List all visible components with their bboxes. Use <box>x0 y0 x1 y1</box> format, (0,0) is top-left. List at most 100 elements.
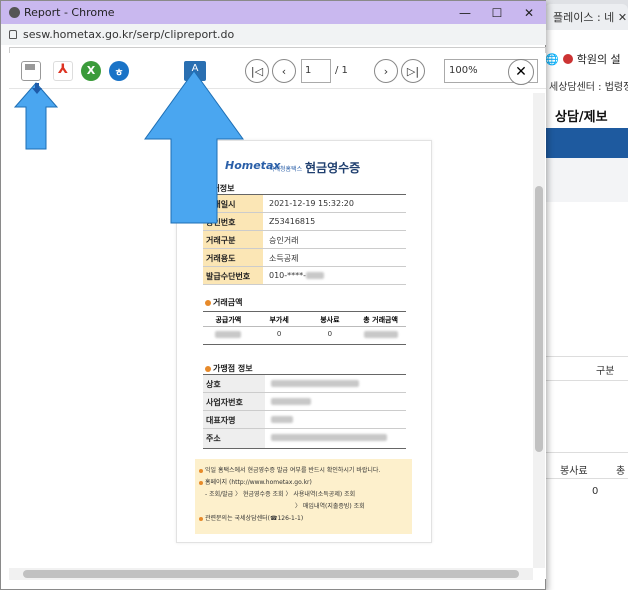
last-page-button[interactable]: ▷| <box>401 59 425 83</box>
row-key: 사업자번호 <box>203 393 265 410</box>
notice-text: 〉 매입내역(지출증빙) 조회 <box>295 503 365 510</box>
url-text[interactable]: sesw.hometax.go.kr/serp/clipreport.do <box>23 28 234 41</box>
next-page-button[interactable]: › <box>374 59 398 83</box>
blurred-text <box>271 380 359 387</box>
notice-line: - 조회/발급 〉 현금영수증 조회 〉 사용내역(소득공제) 조회 <box>199 489 408 501</box>
amount-header: 공급가액 <box>215 316 242 324</box>
row-value <box>265 375 406 392</box>
maximize-icon: ☐ <box>491 5 503 20</box>
close-report-button[interactable]: ✕ <box>508 59 534 85</box>
notice-line: 관련문의는 국세상담센터(☎126-1-1) <box>199 513 408 525</box>
page-title-text[interactable]: 상담/제보 <box>555 110 608 125</box>
notice-line: 홈페이지 (http://www.hometax.go.kr) <box>199 477 408 489</box>
store-row: 사업자번호 <box>203 393 406 411</box>
chevron-right-icon: › <box>383 64 389 78</box>
trade-row: 거래구분 승인거래 <box>203 231 406 249</box>
maximize-button[interactable]: ☐ <box>481 1 513 24</box>
blurred-text <box>271 434 387 441</box>
store-row: 주소 <box>203 429 406 449</box>
table-header-cell: 구분 <box>596 366 615 377</box>
close-button[interactable]: ✕ <box>513 1 545 24</box>
row-value: 010-****- <box>263 267 406 284</box>
large-arrow-up-icon <box>144 70 244 224</box>
amount-value: 0 <box>276 330 282 338</box>
amount-header: 부가세 <box>269 316 289 324</box>
row-key: 상호 <box>203 375 265 392</box>
bookmarks-bar: 🌐 학원의 설 <box>545 46 628 72</box>
first-page-icon: |◁ <box>250 64 264 78</box>
divider <box>545 380 628 381</box>
page-title: 상담/제보 <box>545 98 628 128</box>
notice-text: 관련문의는 국세상담센터(☎126-1-1) <box>205 515 304 522</box>
amount-value <box>203 327 254 344</box>
site-nav: 세상담센터 : 법령정보 <box>545 72 628 98</box>
disk-label <box>25 64 35 70</box>
browser-tab[interactable]: 플레이스 : 네 ✕ <box>545 4 628 30</box>
horizontal-scroll-thumb[interactable] <box>23 570 519 578</box>
amount-value <box>355 327 406 344</box>
bullet-icon <box>199 468 203 473</box>
blurred-text <box>215 330 242 338</box>
store-row: 상호 <box>203 375 406 393</box>
divider <box>545 478 628 479</box>
lock-icon <box>9 30 17 39</box>
close-icon: ✕ <box>523 5 535 20</box>
close-icon[interactable]: ✕ <box>618 11 627 24</box>
nav-link[interactable]: 세상담센터 : 법령정보 <box>549 82 628 93</box>
blurred-text <box>306 272 325 279</box>
table-header-cell: 봉사료 <box>560 466 588 477</box>
table-header-cell: 총 <box>616 466 626 477</box>
bullet-icon <box>199 480 203 485</box>
vertical-scroll-thumb[interactable] <box>535 186 543 452</box>
hwp-icon[interactable]: ㅎ <box>109 61 129 81</box>
amount-section-label: 거래금액 <box>213 298 243 307</box>
logo-subtitle: 국세청홈택스 <box>269 166 303 173</box>
first-page-button[interactable]: |◁ <box>245 59 269 83</box>
page-total: / 1 <box>335 65 348 76</box>
store-section-title: 가맹점 정보 <box>205 363 253 374</box>
tab-label: 플레이스 : 네 <box>553 11 615 24</box>
zoom-value: 100% <box>449 65 478 76</box>
row-value <box>265 393 406 410</box>
blurred-text <box>271 398 311 405</box>
bookmark-item[interactable]: 학원의 설 <box>577 51 621 67</box>
row-key: 거래용도 <box>203 249 263 266</box>
trade-row: 거래용도 소득공제 <box>203 249 406 267</box>
download-arrow-icon <box>32 83 42 94</box>
table-cell: 0 <box>592 486 599 497</box>
page-number-input[interactable]: 1 <box>301 59 331 83</box>
bullet-icon <box>199 516 203 521</box>
bullet-icon <box>205 365 211 372</box>
search-area <box>545 158 628 202</box>
prev-page-button[interactable]: ‹ <box>272 59 296 83</box>
pdf-icon[interactable]: ⅄ <box>53 61 73 81</box>
save-icon[interactable] <box>21 61 41 81</box>
amount-header: 봉사료 <box>320 316 340 324</box>
page-current: 1 <box>305 65 312 76</box>
row-key: 거래구분 <box>203 231 263 248</box>
globe-icon: 🌐 <box>545 52 559 66</box>
last-page-icon: ▷| <box>406 64 420 78</box>
store-section-label: 가맹점 정보 <box>213 364 253 373</box>
window-title: Report - Chrome <box>24 6 115 19</box>
receipt-title: 현금영수증 <box>305 161 361 175</box>
notice-line: 〉 매입내역(지출증빙) 조회 <box>199 501 408 513</box>
notice-text: 익일 홈택스에서 현금영수증 발급 여부를 반드시 확인하시기 바랍니다. <box>205 467 381 474</box>
amount-header-row: 공급가액 부가세 봉사료 총 거래금액 <box>203 311 406 327</box>
bullet-icon <box>205 299 211 306</box>
row-value <box>265 429 406 448</box>
row-value: 2021-12-19 15:32:20 <box>269 199 354 208</box>
address-bar[interactable]: sesw.hometax.go.kr/serp/clipreport.do <box>1 24 546 45</box>
notice-text: 홈페이지 (http://www.hometax.go.kr) <box>205 479 312 486</box>
blue-banner <box>545 128 628 158</box>
minimize-button[interactable]: — <box>449 1 481 24</box>
flag-icon <box>562 54 573 64</box>
title-bar[interactable]: Report - Chrome — ☐ ✕ <box>1 1 546 24</box>
row-value: 승인거래 <box>269 236 299 245</box>
excel-icon[interactable]: X <box>81 61 101 81</box>
row-value <box>265 411 406 428</box>
row-key: 대표자명 <box>203 411 265 428</box>
minimize-icon: — <box>459 5 471 20</box>
row-key: 주소 <box>203 429 265 448</box>
row-key: 발급수단번호 <box>203 267 263 284</box>
